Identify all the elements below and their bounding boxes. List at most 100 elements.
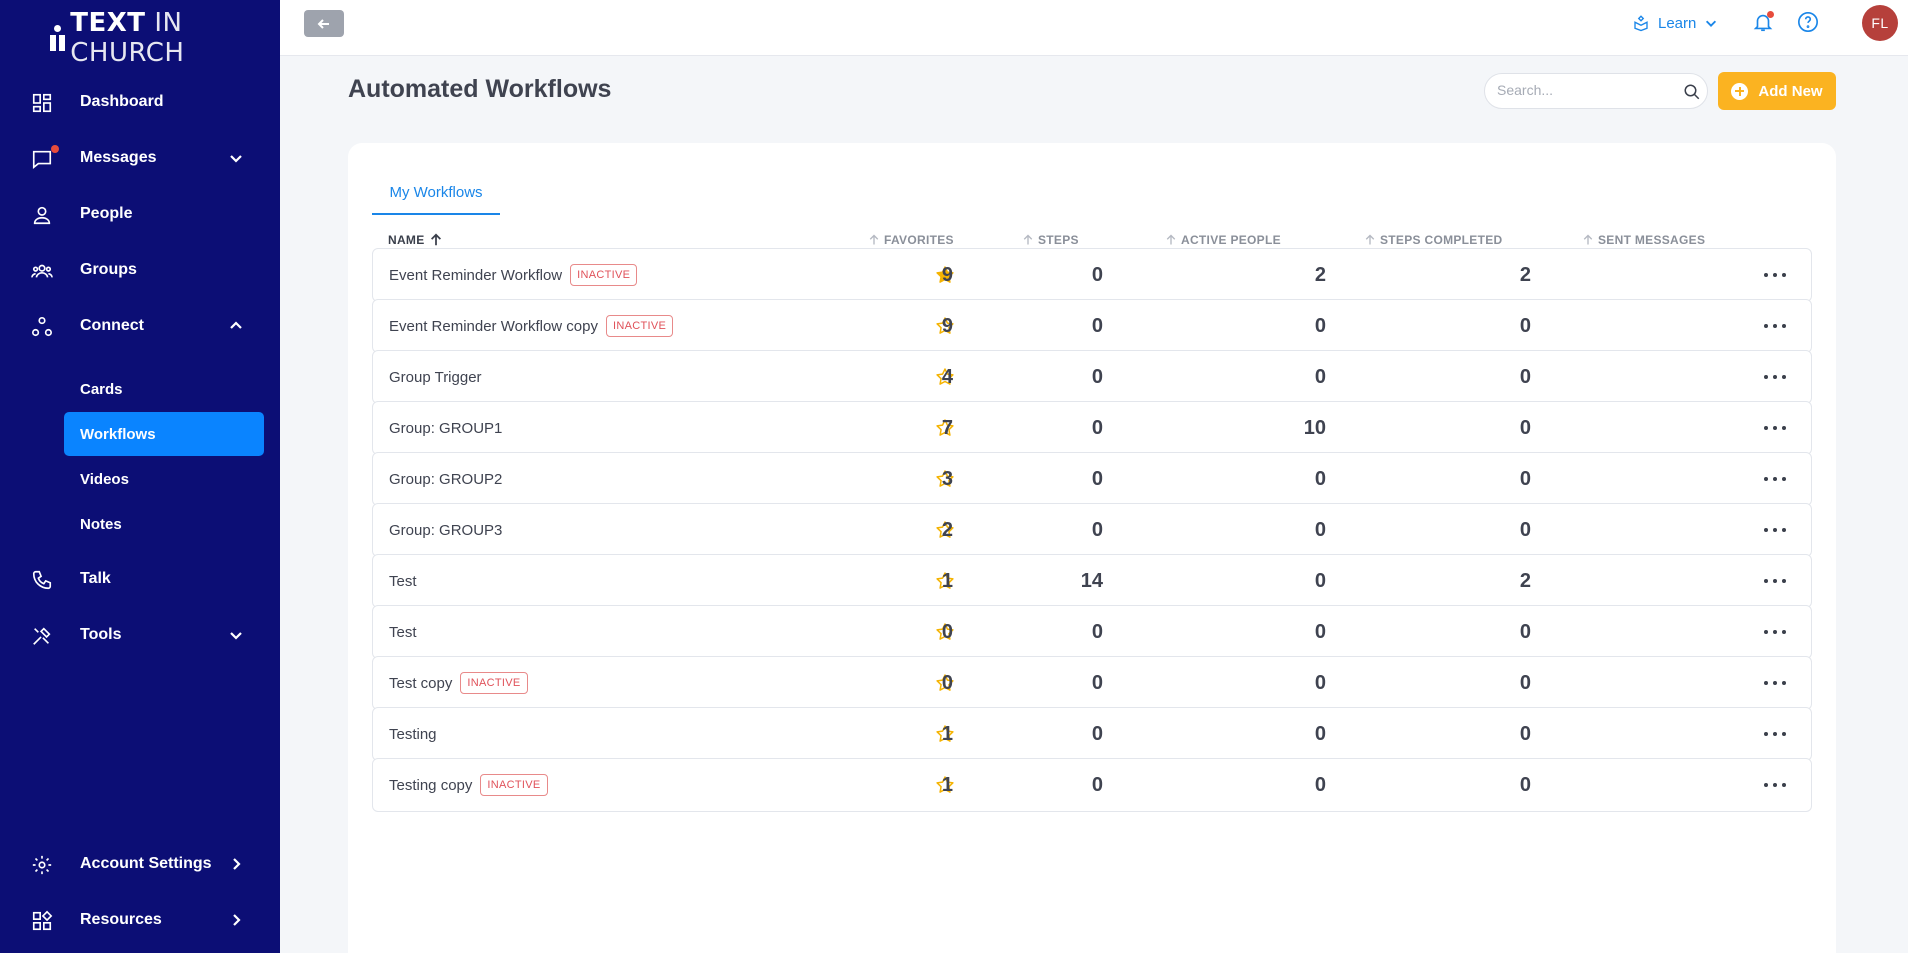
- active-people-count: 0: [1091, 671, 1103, 694]
- column-header-favorites[interactable]: FAVORITES: [868, 233, 954, 247]
- sidebar-item-groups[interactable]: Groups: [0, 248, 280, 292]
- sent-messages-count: 0: [1519, 416, 1531, 439]
- more-options-icon[interactable]: [1763, 367, 1787, 387]
- sidebar-item-talk[interactable]: Talk: [0, 557, 280, 601]
- sent-messages-count: 0: [1519, 722, 1531, 745]
- column-header-sent-messages[interactable]: SENT MESSAGES: [1582, 233, 1705, 247]
- table-row[interactable]: Testing copy INACTIVE 1 0 0 0: [372, 758, 1812, 812]
- search-icon[interactable]: [1683, 83, 1701, 101]
- more-options-icon[interactable]: [1763, 724, 1787, 744]
- logo-text: TEXT IN CHURCH: [70, 8, 280, 68]
- sidebar-item-dashboard[interactable]: Dashboard: [0, 80, 280, 124]
- sidebar-item-label: Talk: [80, 570, 111, 587]
- sort-arrow-up-icon: [430, 233, 441, 246]
- sent-messages-count: 2: [1519, 263, 1531, 286]
- more-options-icon[interactable]: [1763, 775, 1787, 795]
- workflow-name[interactable]: Group: GROUP3: [389, 522, 502, 539]
- table-row[interactable]: Test 1 14 0 2: [372, 554, 1812, 608]
- more-options-icon[interactable]: [1763, 418, 1787, 438]
- table-row[interactable]: Group: GROUP1 7 0 10 0: [372, 401, 1812, 455]
- sidebar-subitem-notes[interactable]: Notes: [64, 502, 264, 546]
- add-new-button[interactable]: Add New: [1718, 72, 1836, 110]
- sidebar-item-label: Connect: [80, 317, 144, 334]
- phone-icon: [31, 569, 53, 591]
- sidebar-item-label: Account Settings: [80, 855, 212, 872]
- column-header-steps[interactable]: STEPS: [1022, 233, 1079, 247]
- steps-completed-count: 0: [1314, 620, 1326, 643]
- active-people-count: 0: [1091, 365, 1103, 388]
- more-options-icon[interactable]: [1763, 673, 1787, 693]
- column-header-name[interactable]: NAME: [388, 233, 443, 247]
- sidebar-item-connect[interactable]: Connect: [0, 304, 280, 348]
- workflow-name[interactable]: Test: [389, 624, 417, 641]
- column-header-label: SENT MESSAGES: [1598, 233, 1706, 247]
- chevron-down-icon: [228, 627, 244, 643]
- table-row[interactable]: Test copy INACTIVE 0 0 0 0: [372, 656, 1812, 710]
- connect-icon: [31, 316, 53, 338]
- column-header-steps-completed[interactable]: STEPS COMPLETED: [1364, 233, 1503, 247]
- workflow-name[interactable]: Group: GROUP1: [389, 420, 502, 437]
- sidebar-item-messages[interactable]: Messages: [0, 136, 280, 180]
- steps-count: 4: [941, 365, 953, 388]
- workflow-name[interactable]: Test: [389, 573, 417, 590]
- steps-count: 9: [941, 314, 953, 337]
- active-people-count: 0: [1091, 620, 1103, 643]
- sidebar-item-tools[interactable]: Tools: [0, 613, 280, 657]
- logo-text-bold: TEXT: [70, 8, 146, 38]
- sidebar-item-resources[interactable]: Resources: [0, 898, 280, 942]
- more-options-icon[interactable]: [1763, 520, 1787, 540]
- tools-icon: [31, 625, 53, 647]
- sidebar-item-people[interactable]: People: [0, 192, 280, 236]
- workflow-name[interactable]: Testing: [389, 726, 437, 743]
- sort-arrow-up-icon: [1023, 234, 1033, 245]
- tab-my-workflows[interactable]: My Workflows: [372, 171, 500, 215]
- workflow-name[interactable]: Event Reminder Workflow: [389, 267, 562, 284]
- table-row[interactable]: Group: GROUP3 2 0 0 0: [372, 503, 1812, 557]
- column-header-label: FAVORITES: [884, 233, 954, 247]
- back-button[interactable]: [304, 10, 344, 37]
- workflow-name-cell: Test copy INACTIVE: [389, 657, 528, 709]
- help-button[interactable]: [1797, 11, 1821, 35]
- sidebar-item-label: Groups: [80, 261, 137, 278]
- search-input[interactable]: [1497, 82, 1667, 98]
- learn-menu[interactable]: Learn: [1632, 12, 1718, 34]
- sort-arrow-up-icon: [1365, 234, 1375, 245]
- table-row[interactable]: Event Reminder Workflow INACTIVE 9 0 2 2: [372, 248, 1812, 302]
- more-options-icon[interactable]: [1763, 469, 1787, 489]
- notifications-button[interactable]: [1752, 11, 1776, 35]
- table-row[interactable]: Group Trigger 4 0 0 0: [372, 350, 1812, 404]
- table-row[interactable]: Testing 1 0 0 0: [372, 707, 1812, 761]
- workflow-name[interactable]: Group Trigger: [389, 369, 482, 386]
- sidebar-item-label: People: [80, 205, 133, 222]
- workflow-name-cell: Group: GROUP1: [389, 402, 502, 454]
- more-options-icon[interactable]: [1763, 571, 1787, 591]
- sidebar-subitem-videos[interactable]: Videos: [64, 457, 264, 501]
- column-header-active-people[interactable]: ACTIVE PEOPLE: [1165, 233, 1281, 247]
- sent-messages-count: 2: [1519, 569, 1531, 592]
- steps-completed-count: 0: [1314, 671, 1326, 694]
- more-options-icon[interactable]: [1763, 265, 1787, 285]
- workflow-name-cell: Testing: [389, 708, 437, 760]
- avatar[interactable]: FL: [1862, 5, 1898, 41]
- steps-completed-count: 2: [1314, 263, 1326, 286]
- sidebar-item-label: Resources: [80, 911, 162, 928]
- sidebar-subitem-cards[interactable]: Cards: [64, 367, 264, 411]
- table-row[interactable]: Test 0 0 0 0: [372, 605, 1812, 659]
- workflow-name[interactable]: Group: GROUP2: [389, 471, 502, 488]
- table-row[interactable]: Group: GROUP2 3 0 0 0: [372, 452, 1812, 506]
- workflow-name[interactable]: Event Reminder Workflow copy: [389, 318, 598, 335]
- logo[interactable]: TEXT IN CHURCH: [50, 8, 280, 68]
- more-options-icon[interactable]: [1763, 316, 1787, 336]
- gear-icon: [31, 854, 53, 876]
- more-options-icon[interactable]: [1763, 622, 1787, 642]
- active-people-count: 14: [1080, 569, 1103, 592]
- workflow-name[interactable]: Test copy: [389, 675, 452, 692]
- workflow-name-cell: Event Reminder Workflow copy INACTIVE: [389, 300, 674, 352]
- sidebar-item-account-settings[interactable]: Account Settings: [0, 842, 280, 886]
- workflow-name[interactable]: Testing copy: [389, 777, 472, 794]
- workflow-name-cell: Event Reminder Workflow INACTIVE: [389, 249, 638, 301]
- chevron-right-icon: [228, 912, 244, 928]
- sidebar-subitem-workflows[interactable]: Workflows: [64, 412, 264, 456]
- sent-messages-count: 0: [1519, 467, 1531, 490]
- table-row[interactable]: Event Reminder Workflow copy INACTIVE 9 …: [372, 299, 1812, 353]
